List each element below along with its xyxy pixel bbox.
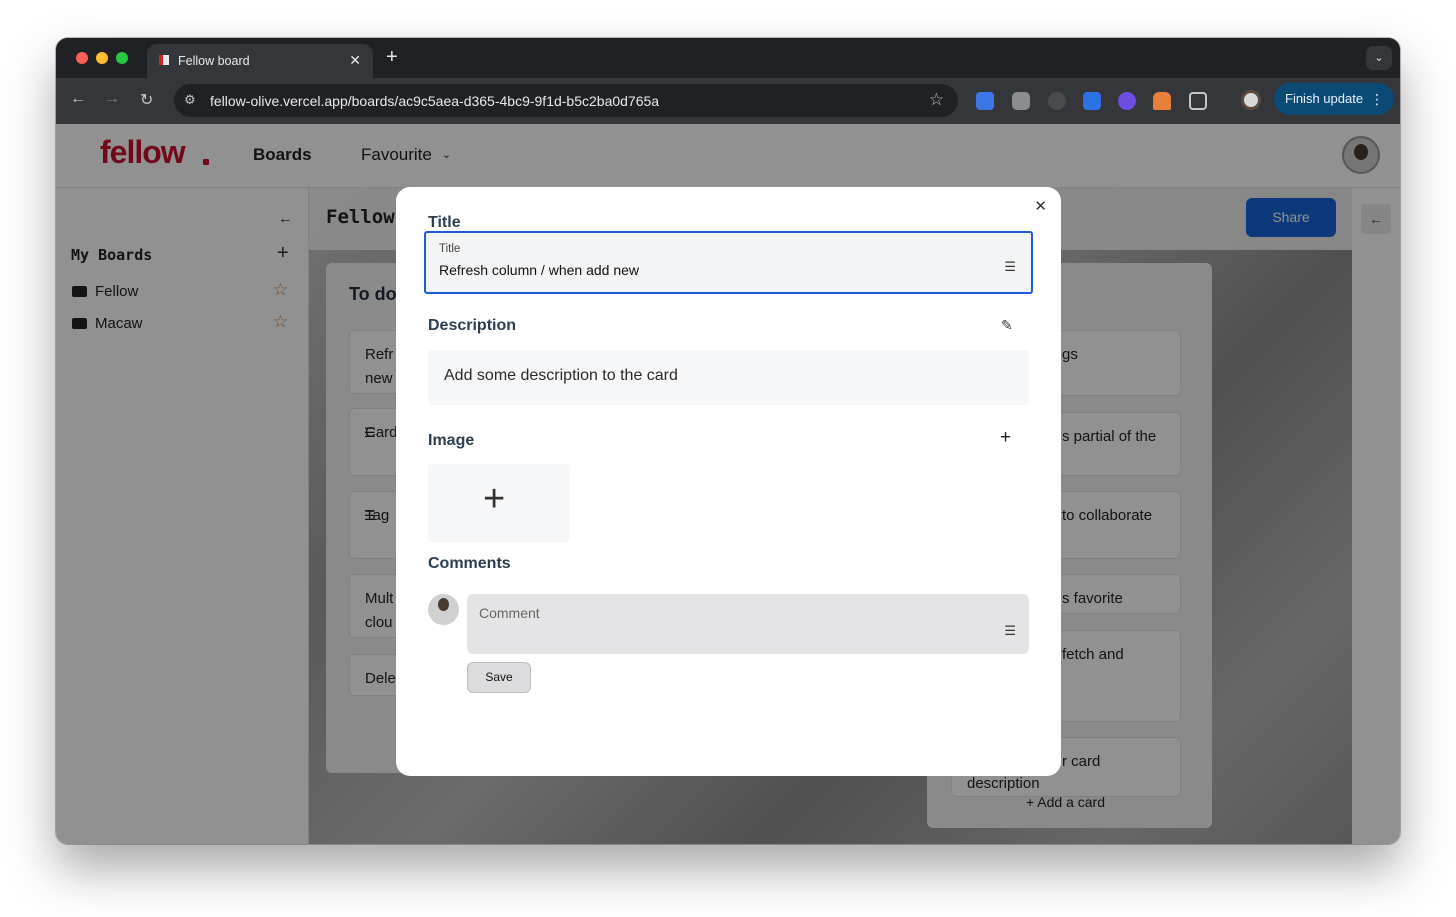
minimize-window-button[interactable] <box>96 52 108 64</box>
tab-strip: Fellow board ✕ + ⌄ <box>56 38 1400 78</box>
card-detail-modal: ✕ Title Title Refresh column / when add … <box>396 187 1061 776</box>
image-heading: Image <box>428 432 475 449</box>
finish-update-label: Finish update <box>1285 91 1364 106</box>
reload-icon[interactable]: ↻ <box>140 90 153 110</box>
description-heading: Description <box>428 317 517 334</box>
web-page: fellow Boards Favourite ⌄ ← My Boards + F… <box>56 124 1400 844</box>
profile-avatar[interactable] <box>1241 90 1261 110</box>
close-icon[interactable]: ✕ <box>1034 197 1047 215</box>
comments-heading: Comments <box>428 555 511 572</box>
tab-title: Fellow board <box>178 54 250 68</box>
forward-icon[interactable]: → <box>104 90 120 108</box>
title-field[interactable]: Title Refresh column / when add new ☰ <box>424 231 1033 294</box>
tab-search-chevron-icon[interactable]: ⌄ <box>1366 46 1392 70</box>
font-extension-icon[interactable] <box>1083 92 1101 110</box>
edit-icon[interactable]: ✎ <box>1001 317 1013 334</box>
title-heading: Title <box>428 214 461 231</box>
puzzle-extensions-icon[interactable] <box>1189 92 1207 110</box>
image-upload-box[interactable]: + <box>428 464 570 542</box>
new-tab-button[interactable]: + <box>386 46 398 68</box>
title-field-label: Title <box>439 243 461 255</box>
record-extension-icon[interactable] <box>1048 92 1066 110</box>
site-info-icon[interactable]: ⚙ <box>184 92 196 108</box>
bookmark-star-icon[interactable]: ☆ <box>929 90 944 110</box>
add-image-icon[interactable]: + <box>1000 427 1011 449</box>
address-bar[interactable]: ⚙ fellow-olive.vercel.app/boards/ac9c5ae… <box>174 84 958 117</box>
back-icon[interactable]: ← <box>70 90 86 108</box>
comment-input[interactable]: Comment ☰ <box>467 594 1029 654</box>
react-devtools-icon[interactable] <box>1118 92 1136 110</box>
description-field[interactable]: Add some description to the card <box>428 350 1029 405</box>
description-placeholder: Add some description to the card <box>444 367 678 384</box>
extension-icon[interactable] <box>1153 92 1171 110</box>
tab-close-icon[interactable]: ✕ <box>349 52 361 69</box>
more-vert-icon: ⋮ <box>1370 91 1384 107</box>
save-button[interactable]: Save <box>467 662 531 693</box>
favicon-icon <box>159 55 169 65</box>
translate-extension-icon[interactable] <box>976 92 994 110</box>
finish-update-button[interactable]: Finish update ⋮ <box>1274 83 1394 115</box>
avatar <box>428 594 459 625</box>
url-text[interactable]: fellow-olive.vercel.app/boards/ac9c5aea-… <box>210 93 659 109</box>
browser-tab[interactable]: Fellow board ✕ <box>147 44 373 78</box>
browser-window: Fellow board ✕ + ⌄ ← → ↻ ⚙ fellow-olive.… <box>56 38 1400 844</box>
camera-extension-icon[interactable] <box>1012 92 1030 110</box>
comment-placeholder: Comment <box>479 605 540 621</box>
browser-toolbar: ← → ↻ ⚙ fellow-olive.vercel.app/boards/a… <box>56 78 1400 124</box>
maximize-window-button[interactable] <box>116 52 128 64</box>
menu-lines-icon: ☰ <box>1004 259 1016 274</box>
close-window-button[interactable] <box>76 52 88 64</box>
plus-icon: + <box>483 478 506 520</box>
title-field-value[interactable]: Refresh column / when add new <box>439 262 639 278</box>
menu-lines-icon: ☰ <box>1004 623 1016 638</box>
